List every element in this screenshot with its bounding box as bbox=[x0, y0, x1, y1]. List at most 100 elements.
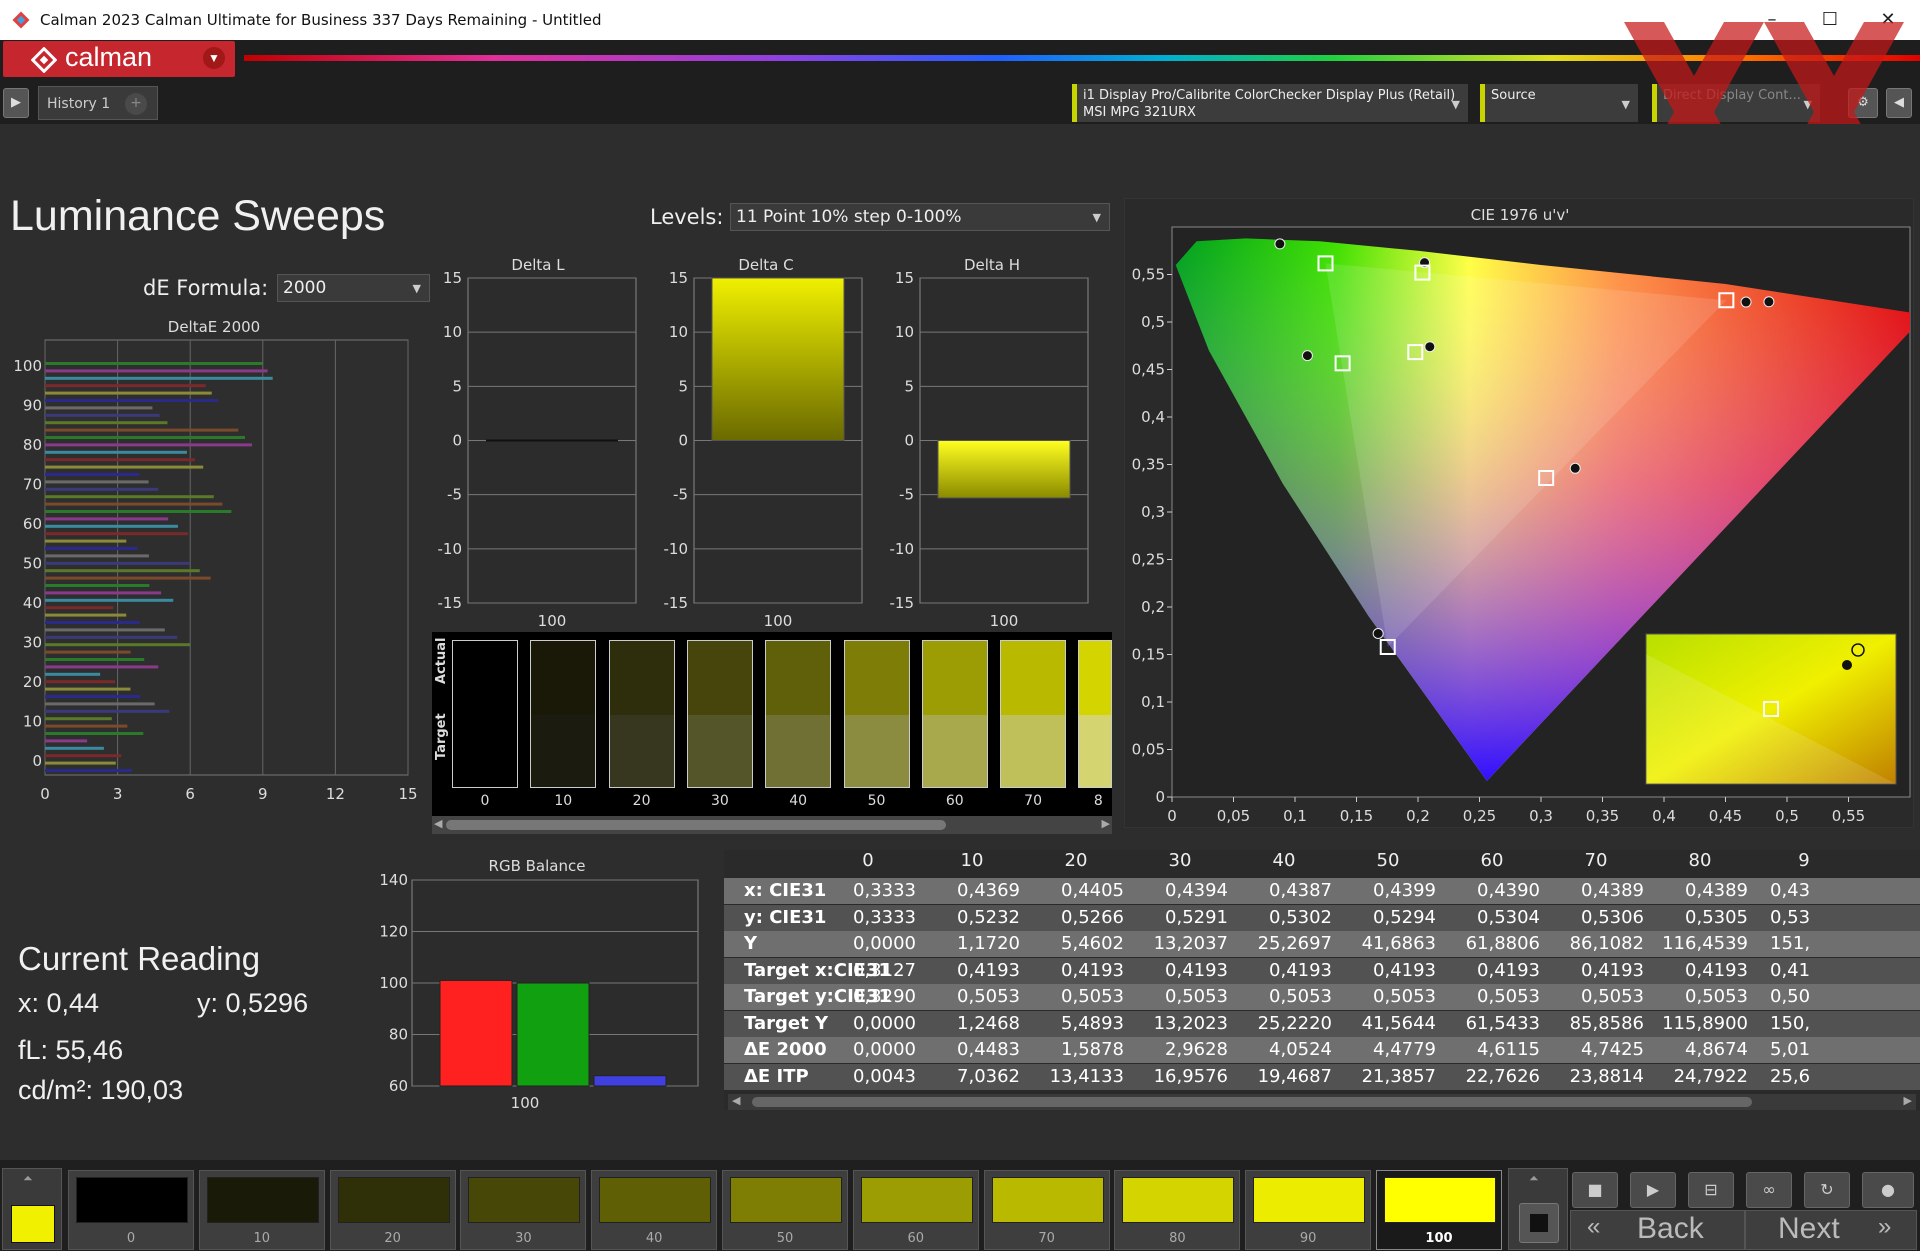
add-tab-icon[interactable]: + bbox=[125, 93, 147, 115]
patch-swatch-button[interactable]: 20 bbox=[329, 1170, 456, 1250]
next-button[interactable]: Next » bbox=[1745, 1210, 1917, 1250]
deltae-bar bbox=[45, 732, 144, 735]
table-cell: 0,4369 bbox=[957, 880, 1020, 901]
table-column-header: 0 bbox=[862, 850, 874, 871]
patch-swatch-button[interactable]: 100 bbox=[1376, 1170, 1502, 1250]
scroll-left-icon[interactable]: ◀ bbox=[434, 817, 442, 830]
deltae-bar bbox=[45, 561, 190, 565]
play-button[interactable]: ▶ bbox=[1630, 1172, 1676, 1208]
patch-swatch-button[interactable]: 10 bbox=[198, 1170, 325, 1250]
table-column-header: 30 bbox=[1168, 850, 1192, 871]
deltae-bar bbox=[45, 413, 160, 417]
scrollbar-thumb[interactable] bbox=[446, 820, 946, 830]
deltae-bar bbox=[45, 754, 122, 758]
deltae-bar bbox=[45, 746, 104, 750]
chevron-up-icon[interactable]: ⏶ bbox=[1529, 1171, 1539, 1186]
calman-logo-icon bbox=[31, 47, 57, 73]
target-swatch bbox=[609, 715, 674, 787]
swatch-cell bbox=[1000, 640, 1067, 788]
calman-app-icon bbox=[12, 11, 30, 29]
patch-swatch-button[interactable]: 80 bbox=[1114, 1170, 1241, 1250]
table-cell: 1,5878 bbox=[1061, 1039, 1124, 1060]
patch-color bbox=[599, 1177, 712, 1223]
deltae-bar bbox=[45, 635, 178, 639]
patch-swatch-button[interactable]: 30 bbox=[460, 1170, 587, 1250]
deltae-bar bbox=[45, 473, 140, 476]
chevron-down-icon[interactable]: ▼ bbox=[203, 47, 225, 69]
play-icon[interactable]: ▶ bbox=[3, 88, 29, 118]
table-cell: 0,5053 bbox=[1165, 986, 1228, 1007]
deltae-bar bbox=[45, 761, 116, 765]
deltae-bar bbox=[45, 539, 127, 543]
deltae-bar bbox=[45, 465, 204, 469]
table-cell: 16,9576 bbox=[1153, 1065, 1228, 1087]
table-cell: 25,6 bbox=[1770, 1065, 1811, 1087]
table-cell: 150, bbox=[1770, 1012, 1811, 1034]
levels-value: 11 Point 10% step 0-100% bbox=[736, 207, 962, 227]
delta-y-tick: 15 bbox=[669, 270, 688, 287]
de-formula-dropdown[interactable]: 2000 ▼ bbox=[277, 274, 430, 302]
table-scrollbar[interactable]: ◀ ▶ bbox=[728, 1094, 1916, 1110]
table-column-header: 10 bbox=[960, 850, 984, 871]
de-formula-label: dE Formula: bbox=[143, 276, 269, 300]
rgb-x-tick: 100 bbox=[511, 1094, 540, 1112]
delta-y-tick: 15 bbox=[443, 270, 462, 287]
cie-x-tick: 0,5 bbox=[1775, 807, 1799, 825]
swatch-strip-scrollbar[interactable]: ◀ ▶ bbox=[432, 816, 1112, 834]
patch-swatch-button[interactable]: 40 bbox=[591, 1170, 718, 1250]
rgb-y-tick: 60 bbox=[389, 1077, 408, 1095]
scrollbar-thumb[interactable] bbox=[752, 1097, 1752, 1107]
record-icon[interactable]: ● bbox=[1862, 1172, 1914, 1208]
scroll-right-icon[interactable]: ▶ bbox=[1102, 817, 1110, 830]
deltae-x-tick: 12 bbox=[326, 785, 345, 803]
save-button[interactable]: ⊟ bbox=[1688, 1172, 1734, 1208]
table-cell: 0,4193 bbox=[957, 959, 1020, 981]
actual-swatch bbox=[609, 641, 674, 715]
patch-color bbox=[76, 1177, 188, 1223]
source-selector[interactable]: Source ▼ bbox=[1480, 84, 1638, 122]
table-cell: 151, bbox=[1770, 933, 1811, 954]
cie-y-tick: 0,55 bbox=[1132, 266, 1165, 284]
patch-swatch-button[interactable]: 90 bbox=[1245, 1170, 1372, 1250]
meter-selector[interactable]: i1 Display Pro/Calibrite ColorChecker Di… bbox=[1072, 84, 1468, 122]
scroll-right-icon[interactable]: ▶ bbox=[1904, 1094, 1912, 1107]
deltae-bar bbox=[45, 391, 212, 395]
refresh-icon[interactable]: ↻ bbox=[1804, 1172, 1850, 1208]
patch-label: 0 bbox=[126, 1231, 136, 1246]
deltae-bar bbox=[45, 702, 155, 706]
table-cell: 86,1082 bbox=[1569, 933, 1644, 954]
double-chevron-left-icon: « bbox=[1587, 1213, 1601, 1240]
patch-swatch-button[interactable]: 50 bbox=[722, 1170, 848, 1250]
stop-button[interactable]: ■ bbox=[1572, 1172, 1618, 1208]
chevron-down-icon: ▼ bbox=[1451, 98, 1460, 111]
cie-measured-point bbox=[1569, 462, 1581, 474]
delta-y-tick: 5 bbox=[678, 377, 688, 395]
deltae-bar bbox=[45, 606, 114, 610]
patch-color bbox=[1384, 1177, 1496, 1223]
deltae-bar bbox=[45, 569, 200, 573]
patch-color bbox=[337, 1177, 450, 1223]
target-swatch bbox=[844, 715, 909, 787]
back-button[interactable]: « Back bbox=[1570, 1210, 1745, 1250]
patch-swatch-button[interactable]: 70 bbox=[983, 1170, 1110, 1250]
deltae-bar bbox=[45, 584, 150, 587]
patch-swatch-button[interactable]: 0 bbox=[68, 1170, 194, 1250]
table-cell: 0,5305 bbox=[1685, 906, 1748, 928]
swatch-level-label: 0 bbox=[480, 793, 490, 809]
tab-history-1[interactable]: History 1 + bbox=[38, 86, 158, 120]
cie-y-tick: 0,25 bbox=[1132, 551, 1165, 569]
calman-logo-button[interactable]: calman ▼ bbox=[3, 41, 235, 77]
patch-swatch-button[interactable]: 60 bbox=[852, 1170, 979, 1250]
chevron-up-icon[interactable]: ⏶ bbox=[23, 1171, 33, 1186]
table-cell: 0,4193 bbox=[1165, 959, 1228, 981]
table-cell: 0,53 bbox=[1770, 906, 1811, 928]
levels-dropdown[interactable]: 11 Point 10% step 0-100% ▼ bbox=[730, 203, 1110, 231]
table-cell: 0,4483 bbox=[957, 1039, 1020, 1060]
table-cell: 4,8674 bbox=[1685, 1039, 1748, 1060]
stop-measure-button[interactable] bbox=[1519, 1203, 1559, 1243]
deltae-bar bbox=[45, 621, 140, 624]
deltae-y-tick: 30 bbox=[23, 634, 42, 652]
loop-icon[interactable]: ∞ bbox=[1746, 1172, 1792, 1208]
scroll-left-icon[interactable]: ◀ bbox=[732, 1094, 740, 1107]
patch-label: 90 bbox=[1299, 1231, 1317, 1246]
